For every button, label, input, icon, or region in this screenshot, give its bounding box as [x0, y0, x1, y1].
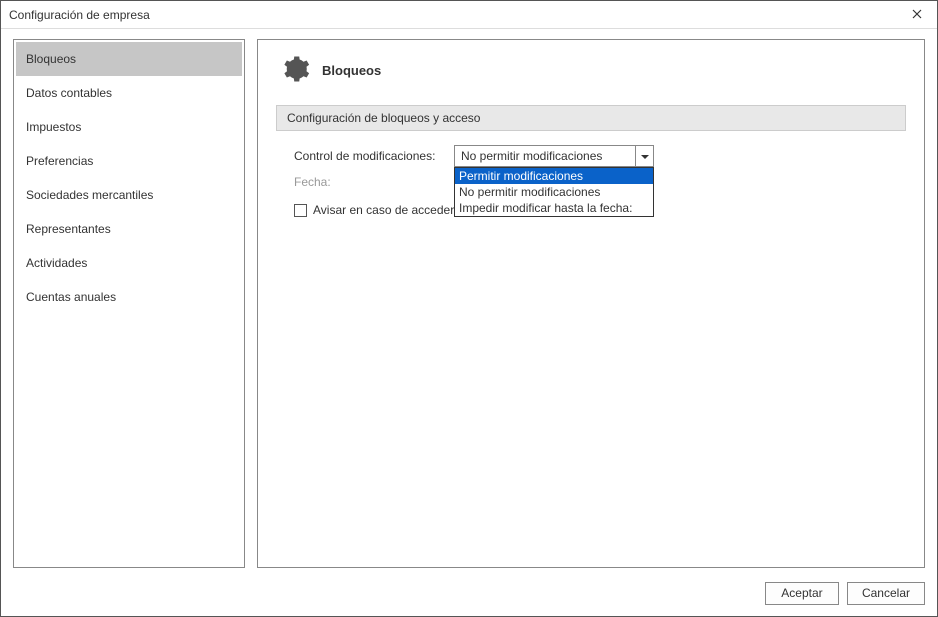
close-icon	[912, 8, 922, 22]
sidebar-item-1[interactable]: Datos contables	[16, 76, 242, 110]
sidebar-item-0[interactable]: Bloqueos	[16, 42, 242, 76]
cancel-button[interactable]: Cancelar	[847, 582, 925, 605]
accept-button[interactable]: Aceptar	[765, 582, 839, 605]
dropdown-option-2[interactable]: Impedir modificar hasta la fecha:	[455, 200, 653, 216]
dialog-footer: Aceptar Cancelar	[1, 576, 937, 616]
sidebar: BloqueosDatos contablesImpuestosPreferen…	[13, 39, 245, 568]
control-combobox[interactable]: No permitir modificaciones Permitir modi…	[454, 145, 654, 167]
control-label: Control de modificaciones:	[294, 149, 444, 163]
section-header: Configuración de bloqueos y acceso	[276, 105, 906, 131]
control-row: Control de modificaciones: No permitir m…	[276, 145, 906, 167]
dialog-window: Configuración de empresa BloqueosDatos c…	[0, 0, 938, 617]
page-title: Bloqueos	[322, 63, 381, 78]
gear-icon	[280, 54, 310, 87]
accept-button-label: Aceptar	[781, 586, 822, 600]
dropdown-arrow[interactable]	[635, 146, 653, 166]
cancel-button-label: Cancelar	[862, 586, 910, 600]
dialog-body: BloqueosDatos contablesImpuestosPreferen…	[1, 29, 937, 576]
fecha-label: Fecha:	[294, 175, 444, 189]
sidebar-item-2[interactable]: Impuestos	[16, 110, 242, 144]
content-panel: Bloqueos Configuración de bloqueos y acc…	[257, 39, 925, 568]
sidebar-item-5[interactable]: Representantes	[16, 212, 242, 246]
content-header: Bloqueos	[276, 54, 906, 87]
sidebar-item-6[interactable]: Actividades	[16, 246, 242, 280]
dropdown-option-1[interactable]: No permitir modificaciones	[455, 184, 653, 200]
sidebar-item-4[interactable]: Sociedades mercantiles	[16, 178, 242, 212]
control-value: No permitir modificaciones	[455, 149, 635, 163]
sidebar-item-7[interactable]: Cuentas anuales	[16, 280, 242, 314]
window-title: Configuración de empresa	[9, 8, 150, 22]
sidebar-item-3[interactable]: Preferencias	[16, 144, 242, 178]
avisar-checkbox[interactable]	[294, 204, 307, 217]
chevron-down-icon	[641, 149, 649, 163]
close-button[interactable]	[897, 1, 937, 29]
control-dropdown: Permitir modificacionesNo permitir modif…	[454, 167, 654, 217]
titlebar: Configuración de empresa	[1, 1, 937, 29]
dropdown-option-0[interactable]: Permitir modificaciones	[455, 168, 653, 184]
